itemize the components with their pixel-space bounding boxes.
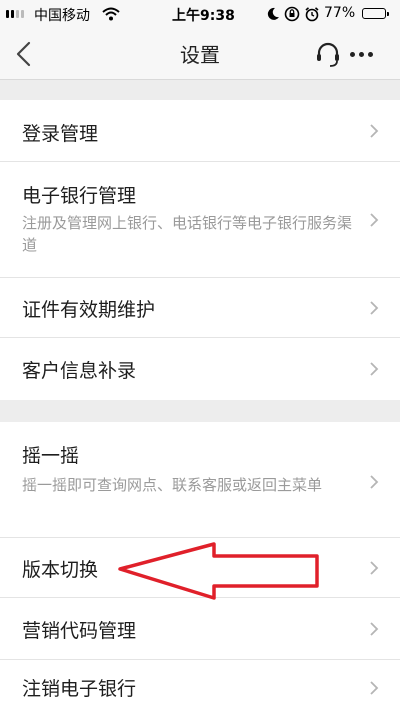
alarm-icon — [305, 7, 319, 22]
list-item-label: 注销电子银行 — [22, 678, 137, 700]
list-item-subtitle: 摇一摇即可查询网点、联系客服或返回主菜单 — [22, 476, 323, 494]
clock: 上午9:38 — [172, 8, 235, 24]
list-item-label: 电子银行管理 — [22, 185, 137, 207]
list-item-cancel-ebank[interactable]: 注销电子银行 — [0, 660, 400, 710]
list-item-version-switch[interactable]: 版本切换 — [0, 538, 400, 598]
list-item-label: 摇一摇 — [22, 445, 80, 467]
list-item-login-management[interactable]: 登录管理 — [0, 100, 400, 162]
chevron-right-icon — [370, 561, 379, 575]
headset-icon[interactable] — [314, 42, 342, 68]
settings-group-app: 摇一摇 摇一摇即可查询网点、联系客服或返回主菜单 版本切换 营销代码管理 注销电… — [0, 422, 400, 710]
moon-icon — [267, 7, 279, 20]
chevron-right-icon — [370, 362, 379, 376]
chevron-right-icon — [370, 475, 379, 489]
list-item-label: 登录管理 — [22, 123, 99, 145]
list-item-label: 客户信息补录 — [22, 360, 137, 382]
list-item-label: 营销代码管理 — [22, 620, 137, 642]
settings-group-account: 登录管理 电子银行管理 注册及管理网上银行、电话银行等电子银行服务渠道 证件有效… — [0, 100, 400, 400]
list-item-shake[interactable]: 摇一摇 摇一摇即可查询网点、联系客服或返回主菜单 — [0, 422, 400, 538]
battery-percent: 77% — [324, 5, 356, 21]
chevron-right-icon — [370, 301, 379, 315]
list-item-label: 版本切换 — [22, 559, 99, 581]
carrier-label: 中国移动 — [34, 8, 90, 24]
list-item-subtitle: 注册及管理网上银行、电话银行等电子银行服务渠道 — [22, 214, 353, 254]
list-item-id-validity[interactable]: 证件有效期维护 — [0, 278, 400, 338]
nav-bar: 设置 — [0, 28, 400, 80]
list-item-label: 证件有效期维护 — [22, 299, 156, 321]
list-item-ebank-management[interactable]: 电子银行管理 注册及管理网上银行、电话银行等电子银行服务渠道 — [0, 162, 400, 278]
chevron-right-icon — [370, 213, 379, 227]
status-bar: 中国移动 上午9:38 77% — [0, 0, 400, 28]
wifi-icon — [102, 7, 120, 21]
more-dots-icon[interactable] — [350, 52, 373, 57]
chevron-right-icon — [370, 622, 379, 636]
chevron-right-icon — [370, 124, 379, 138]
chevron-right-icon — [370, 681, 379, 695]
list-item-marketing-code[interactable]: 营销代码管理 — [0, 598, 400, 660]
list-item-customer-info[interactable]: 客户信息补录 — [0, 338, 400, 400]
signal-icon — [6, 10, 24, 18]
rotation-lock-icon — [284, 6, 300, 22]
battery-icon — [362, 8, 389, 19]
